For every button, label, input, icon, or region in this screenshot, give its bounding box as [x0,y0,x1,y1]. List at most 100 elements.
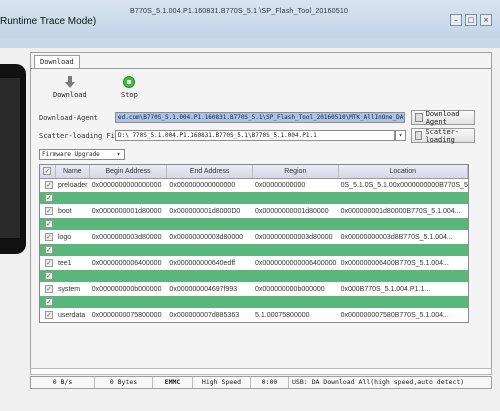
table-row[interactable]: ✓ logo 0x0000000003d80000 0x00000000003d800… [40,231,468,244]
cell-end-address [167,296,253,308]
progress-bar [30,368,492,375]
cell-end-address [167,218,253,230]
cell-end-address: 0x000000007d885363 [169,312,240,319]
checkbox[interactable]: ✓ [44,259,53,267]
column-header-region[interactable]: Region [253,165,339,178]
table-row[interactable]: ✓ preloader 0x0000000000000000 0x0000000000… [40,179,468,192]
cell-begin-address: 0x0000000001d80000 [91,208,162,215]
checkbox[interactable]: ✓ [44,285,53,293]
table-row[interactable]: ✓ userdata 0x0000000075800000 0x000000007d8… [40,309,468,322]
cell-name [56,218,90,230]
cell-region: 0x000000000003d80000 [255,234,333,241]
scatter-dropdown[interactable]: ▾ [395,130,406,141]
stop-icon [123,76,136,88]
cell-region: 0x00000000001d80000 [255,208,329,215]
cell-location [339,244,468,256]
row-checkbox[interactable]: ✓ [40,205,56,217]
checkbox[interactable]: ✓ [44,298,53,306]
cell-name [56,192,90,204]
table-header: ✓ Name Begin Address End Address Region … [40,165,468,179]
cell-location: 0x000000001d80000B770S_5.1.004... [340,208,461,215]
partition-table: ✓ Name Begin Address End Address Region … [39,164,469,323]
row-checkbox[interactable]: ✓ [40,296,56,308]
checkbox[interactable]: ✓ [44,272,53,280]
scatter-loading-button[interactable]: Scatter-loading [411,128,475,144]
column-header-end[interactable]: End Address [167,165,253,178]
column-header-location[interactable]: Location [339,165,468,178]
cell-begin-address [90,244,168,256]
cell-name [56,244,90,256]
table-row[interactable]: ✓ [40,296,468,309]
status-usb-speed: High Speed [193,377,251,388]
cell-location: 0x000B770S_5.1.004.P1.1... [340,286,431,293]
download-label: Download [53,91,87,99]
checkbox[interactable]: ✓ [44,181,53,189]
cell-name: tee1 [57,260,72,267]
checkbox[interactable]: ✓ [44,233,53,241]
row-checkbox[interactable]: ✓ [40,192,56,204]
status-message: USB: DA Download All(high speed,auto det… [292,378,465,386]
scatter-field[interactable]: D:\ 770S_5.1.004.P1.160831.B770S_5.1\B77… [115,130,395,141]
table-row[interactable]: ✓ tee1 0x0000000006400000 0x000000000640edf… [40,257,468,270]
cell-location [339,218,468,230]
status-time: 0:00 [251,377,289,388]
table-row[interactable]: ✓ [40,244,468,257]
cell-region [253,270,339,282]
cell-end-address [167,270,253,282]
maximize-button[interactable]: □ [465,14,477,26]
checkbox[interactable]: ✓ [44,220,53,228]
cell-begin-address [90,270,168,282]
checkbox[interactable]: ✓ [44,311,53,319]
checkbox[interactable]: ✓ [44,246,53,254]
stop-label: Stop [121,91,138,99]
cell-location [339,270,468,282]
phone-image [0,64,26,254]
cell-name: userdata [57,312,86,319]
minimize-button[interactable]: – [450,14,462,26]
row-checkbox[interactable]: ✓ [40,270,56,282]
column-header-begin[interactable]: Begin Address [90,165,168,178]
row-checkbox[interactable]: ✓ [40,179,56,191]
row-checkbox[interactable]: ✓ [40,244,56,256]
cell-location [339,296,468,308]
close-button[interactable]: × [480,14,492,26]
checkbox[interactable]: ✓ [44,194,53,202]
status-bar: 0 B/s 0 Bytes EMMC High Speed 0:00 USB: … [30,376,492,389]
header-checkbox[interactable]: ✓ [40,165,56,178]
row-checkbox[interactable]: ✓ [40,283,56,295]
download-tool-button[interactable]: Download [53,76,87,99]
cell-name [56,270,90,282]
row-checkbox[interactable]: ✓ [40,309,56,321]
table-row[interactable]: ✓ system 0x000000000b000000 0x000000004697f… [40,283,468,296]
cell-name: logo [57,234,72,241]
cell-end-address [167,192,253,204]
cell-name: boot [57,208,72,215]
cell-region [253,244,339,256]
table-row[interactable]: ✓ boot 0x0000000001d80000 0x000000001d8000D… [40,205,468,218]
checkbox[interactable]: ✓ [44,207,53,215]
cell-region [253,218,339,230]
table-row[interactable]: ✓ [40,270,468,283]
cell-region: 0x000000000b000000 [255,286,325,293]
table-row[interactable]: ✓ [40,192,468,205]
download-arrow-icon [64,76,75,88]
download-agent-field[interactable]: ed.com\B770S_5.1.004.P1.160831.B770S_5.1… [115,112,405,123]
row-checkbox[interactable]: ✓ [40,257,56,269]
cell-location: 0x00000000003d8B770S_5.1.004... [340,234,453,241]
cell-end-address: 0x000000000640edff [169,260,236,267]
folder-icon [415,131,423,140]
row-checkbox[interactable]: ✓ [40,218,56,230]
title-bar: Runtime Trace Mode) B770S_5.1.004.P1.160… [0,0,500,38]
table-row[interactable]: ✓ [40,218,468,231]
mode-select[interactable]: Firmware Upgrade ▾ [39,149,125,160]
table-body: ✓ preloader 0x0000000000000000 0x0000000000… [40,179,468,322]
column-header-name[interactable]: Name [56,165,90,178]
cell-location: 0x000000007580B770S_5.1.004... [340,312,449,319]
tab-download[interactable]: Download [34,55,80,68]
download-agent-button[interactable]: Download Agent [411,110,475,126]
stop-tool-button[interactable]: Stop [121,76,138,99]
row-checkbox[interactable]: ✓ [40,231,56,243]
cell-begin-address [90,296,168,308]
main-window: Download Download Stop Download-Agent ed… [30,52,492,370]
cell-end-address: 0x000000004697f993 [169,286,238,293]
